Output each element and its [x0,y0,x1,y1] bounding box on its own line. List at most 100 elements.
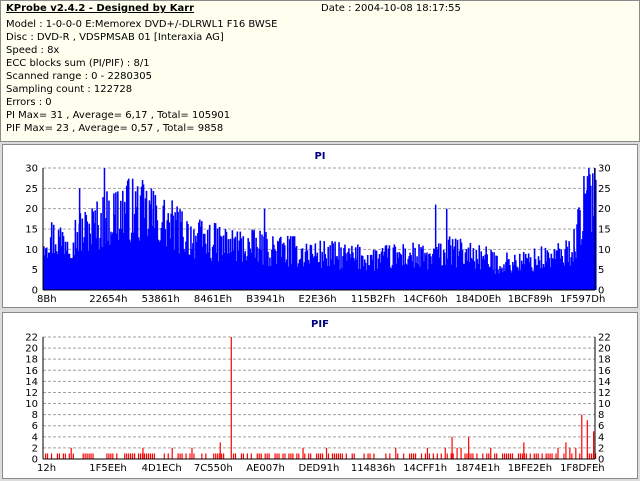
data-bar [290,453,292,459]
y-tick-label: 15 [598,225,611,236]
data-bar [555,453,557,459]
pif-chart-panel: PIF 0 0 2 2 4 4 6 6 8 8 10 10 12 12 14 14 16 16 18 18 20 20 22… [2,312,638,479]
data-bar [535,453,537,459]
data-bar [412,453,415,459]
data-bar [189,453,191,459]
data-bar [134,453,136,459]
data-bar [68,453,70,459]
data-bar [310,453,312,459]
data-spike [230,337,232,459]
data-bar [62,453,64,459]
model-line: Model : 1-0-0-0 E:Memorex DVD+/-DLRWL1 F… [6,19,278,30]
y-tick-label: 22 [598,333,611,344]
data-bar [331,453,334,459]
sampling-line: Sampling count : 122728 [6,84,133,95]
data-bar [171,447,173,459]
data-bar [191,447,193,459]
pif-stats-line: PIF Max= 23 , Average= 0,57 , Total= 985… [6,123,224,134]
data-bar [464,453,466,459]
data-bar [327,453,330,459]
y-tick-label: 18 [25,355,38,366]
data-bar [466,453,468,459]
data-bar [456,447,458,459]
data-bar [217,453,219,459]
data-bar [128,453,130,459]
y-tick-label: 4 [32,432,38,443]
data-bar [308,453,310,459]
data-spike [434,204,437,290]
data-bar [440,453,442,459]
y-tick-label: 6 [598,421,604,432]
data-bar [250,453,252,459]
data-bar [321,453,324,459]
data-spike [263,208,266,290]
data-bar [276,453,278,459]
y-tick-label: 30 [25,164,38,175]
data-bar [145,453,148,459]
data-bar [436,453,438,459]
data-bar [193,453,195,459]
data-bar [551,453,553,459]
data-bar [181,453,183,459]
data-bar [153,453,155,459]
data-bar [395,447,397,459]
x-tick-label: 8461Eh [194,294,232,305]
data-bar [533,453,535,459]
y-tick-label: 22 [25,333,38,344]
data-bar [110,453,112,459]
data-bar [88,453,90,459]
data-bar [591,453,593,459]
pi-chart-title: PI [314,151,326,162]
y-tick-label: 14 [598,377,611,388]
app-title: KProbe v2.4.2 - Designed by Karr [6,3,195,14]
data-bar [486,453,488,459]
data-bar [337,453,339,459]
data-bar [304,453,306,459]
data-bar [351,453,353,459]
data-bar [130,453,132,459]
data-bar [316,453,318,459]
data-bar [139,453,142,459]
data-bar [292,453,294,459]
data-bar [519,453,522,459]
data-bar [428,453,430,459]
data-bar [529,453,531,459]
x-tick-label: 1BCF89h [508,294,553,305]
data-bar [385,453,387,459]
data-bar [537,453,539,459]
data-bar [470,453,472,459]
pi-chart: 0 05 510 1015 1520 2025 2530 308Bh 22654h 53861h 8… [25,164,611,306]
y-tick-label: 6 [32,421,38,432]
x-tick-label: 1F5EEh [89,463,126,474]
data-bar [397,453,399,459]
data-spike [445,208,448,290]
data-bar [503,453,506,459]
x-tick-label: 1F8DFEh [560,463,605,474]
y-tick-label: 10 [25,245,38,256]
data-bar [112,453,114,459]
y-tick-label: 20 [598,204,611,215]
y-tick-label: 25 [598,184,611,195]
data-bar [86,453,88,459]
data-bar [341,453,343,459]
data-bar [373,453,375,459]
data-bar [84,453,86,459]
x-tick-label: 8Bh [37,294,57,305]
data-bar [541,453,543,459]
data-bar [242,453,245,459]
data-bar [256,453,258,459]
data-bar [246,453,248,459]
data-bar [363,453,365,459]
y-tick-label: 12 [598,388,611,399]
data-bar [50,453,53,459]
data-bar [106,453,108,459]
data-bar [137,453,140,459]
data-bar [505,453,508,459]
data-bar [432,453,434,459]
data-bar [296,453,298,459]
data-bar [549,453,551,459]
data-bar [116,453,118,459]
y-tick-label: 10 [598,245,611,256]
data-bar [232,453,235,459]
data-bar [282,453,284,459]
